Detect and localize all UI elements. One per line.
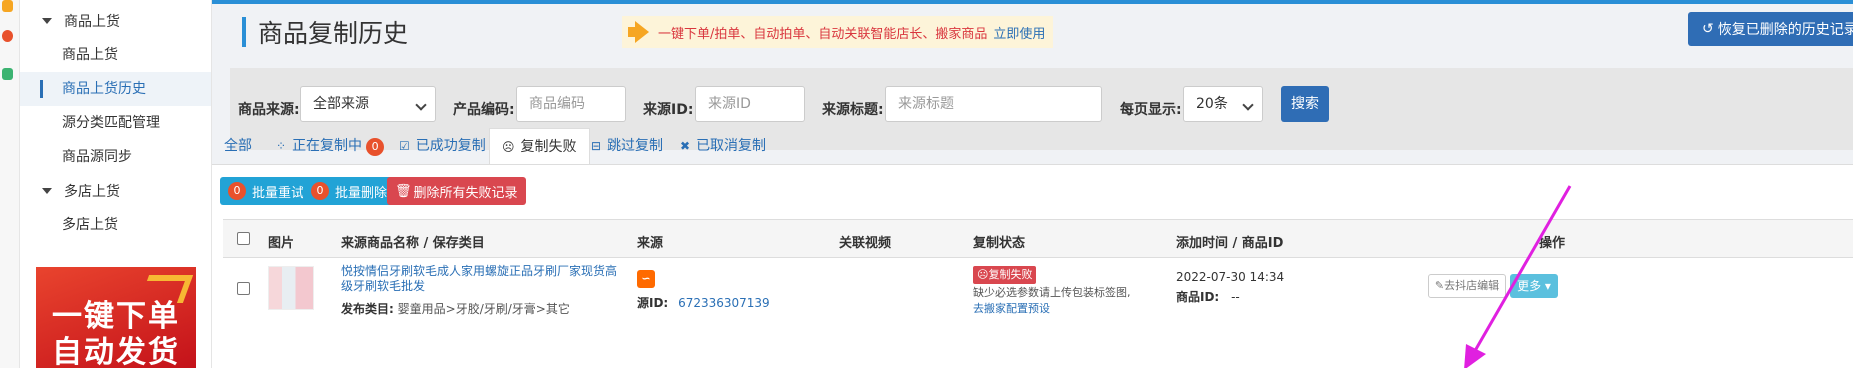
trash-icon: 🗑 — [395, 183, 412, 199]
category-text: 发布类目: 婴童用品>牙胶/牙刷/牙膏>其它 — [341, 300, 570, 317]
row-checkbox[interactable] — [237, 282, 250, 295]
page-title: 商品复制历史 — [258, 19, 409, 48]
category-label: 发布类目: — [341, 302, 394, 316]
tab-label: 正在复制中 — [292, 138, 363, 154]
batch-retry-button[interactable]: 0 批量重试 — [220, 177, 313, 205]
status-badge: ☹复制失败 — [973, 266, 1037, 284]
sidebar-group-multistore[interactable]: 多店上货 — [20, 174, 211, 208]
check-square-icon: ☑ — [399, 139, 410, 153]
tab-cancelled[interactable]: ✖ 已取消复制 — [680, 128, 766, 164]
status-text: 复制失败 — [988, 268, 1033, 281]
sidebar-item-source-sync[interactable]: 商品源同步 — [20, 140, 211, 174]
tab-copying[interactable]: ⁘ 正在复制中 0 — [276, 128, 385, 164]
batch-delete-button[interactable]: 0 批量删除 — [303, 177, 396, 205]
minus-square-icon: ⊟ — [591, 139, 602, 153]
code-input[interactable]: 商品编码 — [516, 86, 626, 122]
app-icon[interactable] — [2, 68, 13, 80]
app-icon[interactable] — [2, 0, 13, 12]
config-preset-link[interactable]: 去搬家配置预设 — [973, 300, 1050, 316]
per-page-select[interactable]: 20条 — [1183, 86, 1263, 122]
sidebar-item-category-mapping[interactable]: 源分类匹配管理 — [20, 106, 211, 140]
annotation-arrow — [1464, 185, 1572, 368]
select-all-checkbox[interactable] — [237, 232, 250, 245]
added-time: 2022-07-30 14:34 — [1176, 270, 1285, 284]
status-tabs: 全部 ⁘ 正在复制中 0 ☑ 已成功复制 ☹ 复制失败 ⊟ 跳过复制 ✖ 已取消复制 — [212, 128, 1853, 164]
tab-skipped[interactable]: ⊟ 跳过复制 — [591, 128, 663, 164]
tab-label: 跳过复制 — [607, 138, 664, 154]
promo-notice: 一键下单/拍单、自动拍单、自动关联智能店长、搬家商品 立即使用 — [622, 16, 1054, 48]
tab-label: 全部 — [224, 138, 252, 154]
column-header: 图片 — [268, 236, 295, 251]
banner-line: 自动发货 — [52, 335, 180, 368]
tab-label: 已取消复制 — [696, 138, 767, 154]
column-header: 添加时间 / 商品ID — [1176, 236, 1284, 251]
column-header: 来源 — [637, 236, 664, 251]
sidebar-item-multistore[interactable]: 多店上货 — [20, 208, 211, 242]
sidebar-item-upload-history[interactable]: 商品上货历史 — [20, 72, 211, 106]
table-header: 图片 来源商品名称 / 保存类目 来源 关联视频 复制状态 添加时间 / 商品I… — [223, 220, 1853, 258]
source-title-label: 来源标题: — [822, 102, 884, 118]
source-select[interactable]: 全部来源 — [300, 86, 436, 122]
edit-icon: ✎ — [1434, 279, 1445, 292]
frown-icon: ☹ — [502, 140, 515, 154]
sidebar-item-upload[interactable]: 商品上货 — [20, 38, 211, 72]
search-button[interactable]: 搜索 — [1281, 86, 1329, 122]
alibaba-icon: ∽ — [637, 270, 655, 288]
count-badge: 0 — [311, 182, 329, 200]
product-name-link[interactable]: 悦按情侣牙刷软毛成人家用螺旋正品牙刷厂家现货高级牙刷软毛批发 — [341, 264, 623, 294]
button-label: 批量重试 — [252, 185, 305, 201]
restore-history-label: 恢复已删除的历史记录 — [1717, 22, 1853, 38]
sidebar-group-goods[interactable]: 商品上货 — [20, 4, 211, 38]
tab-label: 已成功复制 — [415, 138, 486, 154]
source-id-label: 来源ID: — [643, 102, 694, 118]
sidebar-group-label: 多店上货 — [64, 184, 120, 200]
sidebar: 商品上货 商品上货 商品上货历史 源分类匹配管理 商品源同步 多店上货 多店上货… — [20, 0, 212, 368]
main-content: 商品复制历史 一键下单/拍单、自动拍单、自动关联智能店长、搬家商品 立即使用 ↺… — [212, 4, 1853, 368]
source-id-link[interactable]: 672336307139 — [678, 296, 770, 310]
column-header: 关联视频 — [839, 236, 892, 251]
app-icon[interactable] — [2, 30, 13, 42]
restore-history-button[interactable]: ↺ 恢复已删除的历史记录 — [1688, 12, 1853, 46]
source-id-input[interactable]: 来源ID — [695, 86, 805, 122]
title-accent — [242, 17, 246, 47]
undo-icon: ↺ — [1702, 21, 1714, 37]
tab-success[interactable]: ☑ 已成功复制 — [399, 128, 486, 164]
tab-all[interactable]: 全部 — [224, 128, 252, 164]
column-header: 来源商品名称 / 保存类目 — [341, 236, 485, 251]
tab-label: 复制失败 — [520, 139, 577, 155]
count-badge: 0 — [366, 138, 385, 156]
table-row: 悦按情侣牙刷软毛成人家用螺旋正品牙刷厂家现货高级牙刷软毛批发 发布类目: 婴童用… — [223, 258, 1853, 368]
source-label: 商品来源: — [238, 102, 300, 118]
spinner-icon: ⁘ — [276, 139, 287, 153]
status-message: 缺少必选参数请上传包装标签图, — [973, 286, 1131, 299]
delete-all-failed-button[interactable]: 🗑 删除所有失败记录 — [387, 177, 526, 205]
code-label: 产品编码: — [453, 102, 515, 118]
product-thumbnail[interactable] — [268, 266, 314, 310]
source-id: 源ID: 672336307139 — [637, 294, 770, 311]
promo-text: 一键下单/拍单、自动拍单、自动关联智能店长、搬家商品 — [658, 26, 988, 42]
promo-link[interactable]: 立即使用 — [993, 23, 1045, 42]
source-title-input[interactable]: 来源标题 — [885, 86, 1102, 122]
goods-id: 商品ID: -- — [1176, 288, 1240, 305]
caret-down-icon — [42, 188, 52, 194]
per-page-label: 每页显示: — [1120, 102, 1182, 118]
column-header: 复制状态 — [973, 236, 1026, 251]
goods-id-label: 商品ID: — [1176, 290, 1220, 304]
sidebar-group-label: 商品上货 — [64, 14, 120, 30]
app-rail — [0, 0, 20, 368]
megaphone-icon — [626, 21, 652, 43]
page-header: 商品复制历史 — [242, 12, 408, 52]
count-badge: 0 — [228, 182, 246, 200]
category-value: 婴童用品>牙胶/牙刷/牙膏>其它 — [397, 302, 570, 316]
caret-down-icon — [42, 18, 52, 24]
results-card: 0 批量重试 0 批量删除 🗑 删除所有失败记录 图片 来源商品名称 / 保存类目 来… — [212, 164, 1853, 368]
promo-banner[interactable]: 一键下单 自动发货 — [36, 267, 196, 368]
goods-id-value: -- — [1231, 290, 1240, 304]
history-table: 图片 来源商品名称 / 保存类目 来源 关联视频 复制状态 添加时间 / 商品I… — [223, 219, 1853, 368]
button-label: 批量删除 — [335, 185, 388, 201]
button-label: 删除所有失败记录 — [413, 185, 518, 201]
tab-failed[interactable]: ☹ 复制失败 — [489, 128, 590, 164]
close-icon: ✖ — [680, 139, 691, 153]
source-id-label: 源ID: — [637, 296, 669, 310]
